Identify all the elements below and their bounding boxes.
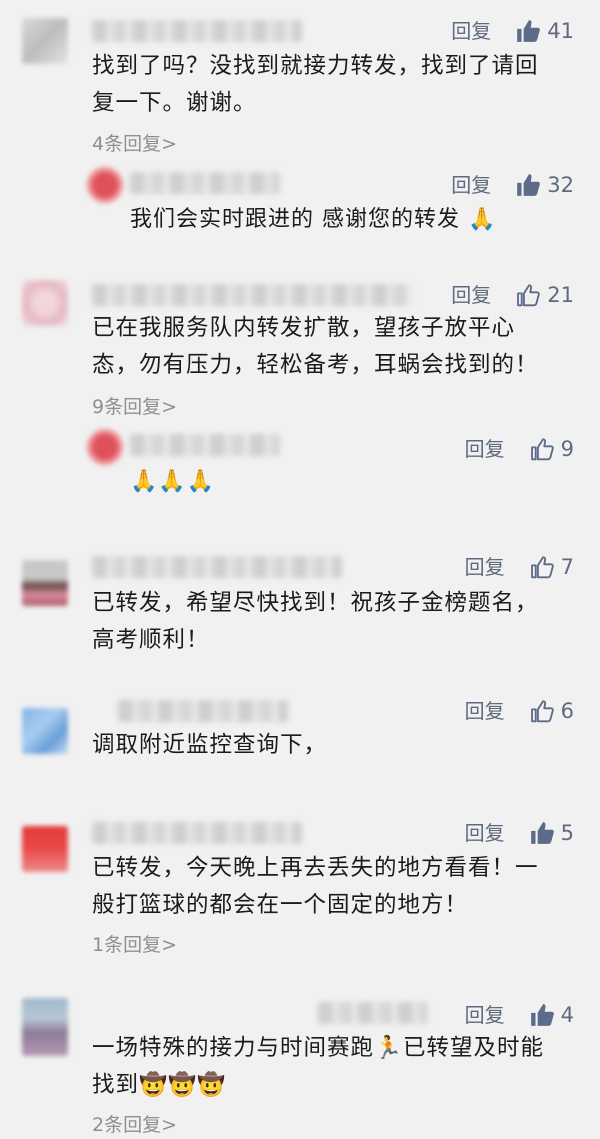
username[interactable]: [92, 20, 302, 42]
avatar[interactable]: [22, 708, 68, 754]
reply-button[interactable]: 回复: [451, 19, 491, 43]
username[interactable]: [92, 284, 412, 306]
like-button[interactable]: 21: [515, 282, 574, 308]
thumbs-up-filled-icon: [530, 1004, 554, 1026]
thumbs-up-filled-icon: [517, 20, 541, 42]
avatar[interactable]: [86, 428, 124, 466]
reply-button[interactable]: 回复: [451, 283, 491, 307]
reply-button[interactable]: 回复: [465, 1003, 505, 1027]
thumbs-up-filled-icon: [530, 822, 554, 844]
reply-button[interactable]: 回复: [465, 699, 505, 723]
like-count: 9: [560, 437, 574, 461]
like-button[interactable]: 41: [515, 18, 574, 44]
reply-button[interactable]: 回复: [465, 821, 505, 845]
like-count: 5: [560, 821, 574, 845]
reply-actions: 回复 9: [465, 436, 574, 462]
like-count: 6: [560, 699, 574, 723]
more-replies-link[interactable]: 9条回复>: [92, 392, 177, 419]
more-replies-link[interactable]: 1条回复>: [92, 930, 177, 957]
thumbs-up-outline-icon: [530, 556, 554, 579]
avatar[interactable]: [86, 166, 124, 204]
comment-actions: 回复 5: [465, 820, 574, 846]
reply-actions: 回复 32: [451, 172, 574, 198]
username[interactable]: [130, 172, 280, 194]
avatar[interactable]: [22, 998, 68, 1056]
comment-text: 一场特殊的接力与时间赛跑🏃已转望及时能 找到🤠🤠🤠: [92, 1035, 545, 1098]
like-count: 4: [560, 1003, 574, 1027]
reply-button[interactable]: 回复: [465, 555, 505, 579]
like-button[interactable]: 6: [529, 698, 574, 724]
username[interactable]: [92, 822, 302, 844]
comment-text: 找到了吗？没找到就接力转发，找到了请回 复一下。谢谢。: [92, 53, 539, 116]
username[interactable]: [92, 556, 342, 578]
comment-actions: 回复 4: [465, 1002, 574, 1028]
avatar[interactable]: [22, 280, 68, 326]
thumbs-up-filled-icon: [517, 174, 541, 196]
like-button[interactable]: 32: [515, 172, 574, 198]
like-button[interactable]: 5: [529, 820, 574, 846]
like-button[interactable]: 7: [529, 554, 574, 580]
avatar[interactable]: [22, 560, 68, 606]
username[interactable]: [318, 1002, 428, 1024]
thumbs-up-outline-icon: [530, 438, 554, 461]
more-replies-link[interactable]: 4条回复>: [92, 129, 177, 156]
reply-text: 我们会实时跟进的 感谢您的转发 🙏: [130, 207, 497, 232]
avatar[interactable]: [22, 18, 68, 64]
like-button[interactable]: 4: [529, 1002, 574, 1028]
more-replies-link[interactable]: 2条回复>: [92, 1110, 177, 1137]
comment-actions: 回复 6: [465, 698, 574, 724]
comment-actions: 回复 41: [451, 18, 574, 44]
thumbs-up-outline-icon: [530, 700, 554, 723]
reply-text: 🙏🙏🙏: [130, 469, 216, 494]
thumbs-up-outline-icon: [517, 284, 541, 307]
comment-text: 已转发，今天晚上再去丢失的地方看看！一 般打篮球的都会在一个固定的地方！: [92, 855, 539, 918]
reply-button[interactable]: 回复: [465, 437, 505, 461]
like-count: 32: [547, 173, 574, 197]
comment-actions: 回复 21: [451, 282, 574, 308]
like-count: 21: [547, 283, 574, 307]
like-count: 41: [547, 19, 574, 43]
comment-text: 调取附近监控查询下，: [92, 732, 328, 758]
reply-button[interactable]: 回复: [451, 173, 491, 197]
comment-text: 已在我服务队内转发扩散，望孩子放平心 态，勿有压力，轻松备考，耳蜗会找到的！: [92, 315, 539, 378]
username[interactable]: [130, 434, 280, 456]
username[interactable]: [118, 700, 288, 722]
comment-text: 已转发，希望尽快找到！祝孩子金榜题名， 高考顺利！: [92, 590, 539, 653]
like-button[interactable]: 9: [529, 436, 574, 462]
avatar[interactable]: [22, 826, 68, 872]
like-count: 7: [560, 555, 574, 579]
comment-actions: 回复 7: [465, 554, 574, 580]
